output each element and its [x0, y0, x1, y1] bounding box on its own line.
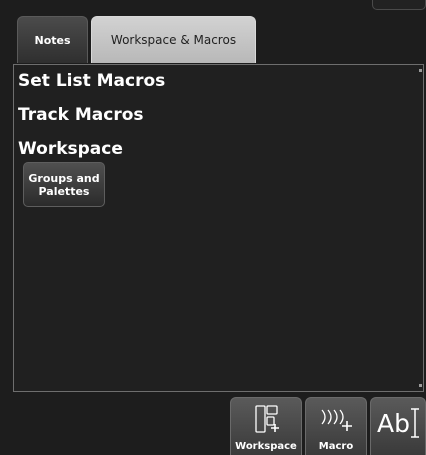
- text-tool-glyph: Ab: [377, 409, 410, 438]
- text-caret-icon: [410, 408, 419, 438]
- add-macro-button[interactable]: Macro: [305, 397, 367, 455]
- panel-scrollbar[interactable]: [419, 69, 422, 387]
- workspace-add-icon: [255, 405, 279, 433]
- add-workspace-label: Workspace: [235, 441, 297, 452]
- macro-add-icon: [321, 409, 352, 431]
- tab-workspace-macros[interactable]: Workspace & Macros: [91, 16, 256, 63]
- section-workspace: Workspace: [18, 139, 123, 159]
- workspace-macros-panel: Set List Macros Track Macros Workspace G…: [13, 64, 424, 392]
- section-track-macros: Track Macros: [18, 105, 144, 125]
- tab-notes[interactable]: Notes: [17, 16, 88, 63]
- section-set-list-macros: Set List Macros: [18, 71, 166, 91]
- add-macro-label: Macro: [318, 441, 354, 452]
- add-workspace-button[interactable]: Workspace: [230, 397, 302, 455]
- groups-and-palettes-button[interactable]: Groups and Palettes: [23, 162, 105, 207]
- scroll-top-marker: [419, 69, 422, 72]
- scroll-bottom-marker: [419, 384, 422, 387]
- tab-notes-label: Notes: [34, 33, 71, 47]
- text-tool-button[interactable]: Ab: [370, 397, 426, 455]
- groups-and-palettes-line1: Groups and: [28, 171, 100, 185]
- groups-and-palettes-line2: Palettes: [38, 184, 90, 198]
- tab-workspace-macros-label: Workspace & Macros: [110, 33, 237, 47]
- top-edge-frame: [372, 0, 426, 10]
- text-cursor-icon: Ab: [377, 408, 420, 438]
